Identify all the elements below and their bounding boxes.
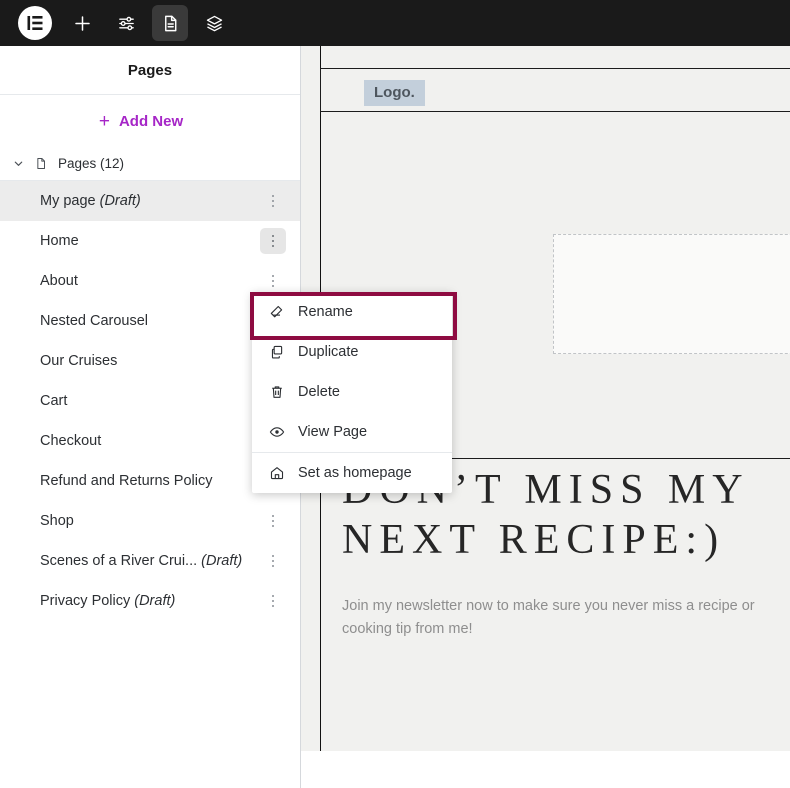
context-menu-label: Duplicate — [298, 344, 359, 360]
page-name: Checkout — [40, 433, 260, 449]
chevron-down-icon[interactable] — [11, 158, 25, 169]
list-item[interactable]: Shop — [0, 501, 300, 541]
page-label: Checkout — [40, 433, 102, 449]
page-label: Home — [40, 233, 79, 249]
context-menu-item-duplicate[interactable]: Duplicate — [252, 332, 452, 372]
page-label: Our Cruises — [40, 353, 118, 369]
context-menu-label: Rename — [298, 304, 353, 320]
canvas-gap — [301, 751, 790, 788]
panel-header: Pages — [0, 46, 300, 95]
trash-icon — [268, 384, 285, 401]
page-label: Scenes of a River Crui... — [40, 553, 198, 569]
context-menu-item-rename[interactable]: Rename — [252, 292, 452, 332]
plus-icon[interactable] — [64, 5, 100, 41]
page-label: About — [40, 273, 78, 289]
page-context-menu: Rename Duplicate Delete View Page Set as… — [252, 292, 452, 493]
page-title: Pages — [127, 61, 173, 79]
page-name: Our Cruises — [40, 353, 260, 369]
plus-icon: + — [98, 110, 110, 132]
page-label: Cart — [40, 393, 68, 409]
list-item[interactable]: Scenes of a River Crui... (Draft) — [0, 541, 300, 581]
list-item[interactable]: Privacy Policy (Draft) — [0, 581, 300, 621]
row-menu-button[interactable] — [260, 508, 286, 534]
top-toolbar — [0, 0, 790, 46]
page-status: (Draft) — [134, 593, 176, 609]
eraser-icon — [268, 304, 285, 321]
page-label: Refund and Returns Policy — [40, 473, 213, 489]
list-item[interactable]: My page (Draft) — [0, 181, 300, 221]
page-name: Refund and Returns Policy — [40, 473, 260, 489]
home-icon — [268, 465, 285, 482]
page-name: Privacy Policy (Draft) — [40, 593, 260, 609]
page-name: About — [40, 273, 260, 289]
pages-group-label: Pages (12) — [58, 156, 125, 171]
context-menu-item-set-as-homepage[interactable]: Set as homepage — [252, 453, 452, 493]
page-status: (Draft) — [99, 193, 141, 209]
page-name: Shop — [40, 513, 260, 529]
document-icon — [35, 157, 48, 170]
layers-icon[interactable] — [196, 5, 232, 41]
add-new-row: + Add New — [0, 95, 300, 147]
add-new-label: Add New — [118, 112, 184, 130]
page-label: Shop — [40, 513, 74, 529]
add-new-button[interactable]: + Add New — [99, 112, 201, 131]
page-status: (Draft) — [201, 553, 243, 569]
pages-group-header[interactable]: Pages (12) — [0, 147, 300, 181]
context-menu-label: View Page — [298, 424, 368, 440]
row-menu-button[interactable] — [260, 548, 286, 574]
page-label: Nested Carousel — [40, 313, 148, 329]
context-menu-label: Set as homepage — [298, 465, 412, 481]
list-item[interactable]: Home — [0, 221, 300, 261]
page-name: Nested Carousel — [40, 313, 260, 329]
hero-subtitle[interactable]: Join my newsletter now to make sure you … — [342, 595, 782, 640]
empty-dropzone-placeholder[interactable] — [553, 234, 790, 354]
logo-widget[interactable]: Logo. — [364, 80, 425, 106]
page-name: My page (Draft) — [40, 193, 260, 209]
elementor-logo-icon[interactable] — [18, 6, 52, 40]
row-menu-button[interactable] — [260, 588, 286, 614]
context-menu-label: Delete — [298, 384, 340, 400]
page-label: My page — [40, 193, 96, 209]
row-menu-button[interactable] — [260, 268, 286, 294]
sliders-icon[interactable] — [108, 5, 144, 41]
document-icon[interactable] — [152, 5, 188, 41]
row-menu-button[interactable] — [260, 188, 286, 214]
copy-icon — [268, 344, 285, 361]
page-label: Privacy Policy — [40, 593, 131, 609]
site-header-block[interactable]: Logo. — [320, 68, 790, 112]
page-name: Scenes of a River Crui... (Draft) — [40, 553, 260, 569]
context-menu-item-view-page[interactable]: View Page — [252, 412, 452, 452]
row-menu-button[interactable] — [260, 228, 286, 254]
eye-icon — [268, 424, 285, 441]
page-name: Cart — [40, 393, 260, 409]
elementor-editor: Logo. DON’T MISS MY NEXT RECIPE:) Join m… — [0, 0, 790, 788]
context-menu-item-delete[interactable]: Delete — [252, 372, 452, 412]
page-name: Home — [40, 233, 260, 249]
